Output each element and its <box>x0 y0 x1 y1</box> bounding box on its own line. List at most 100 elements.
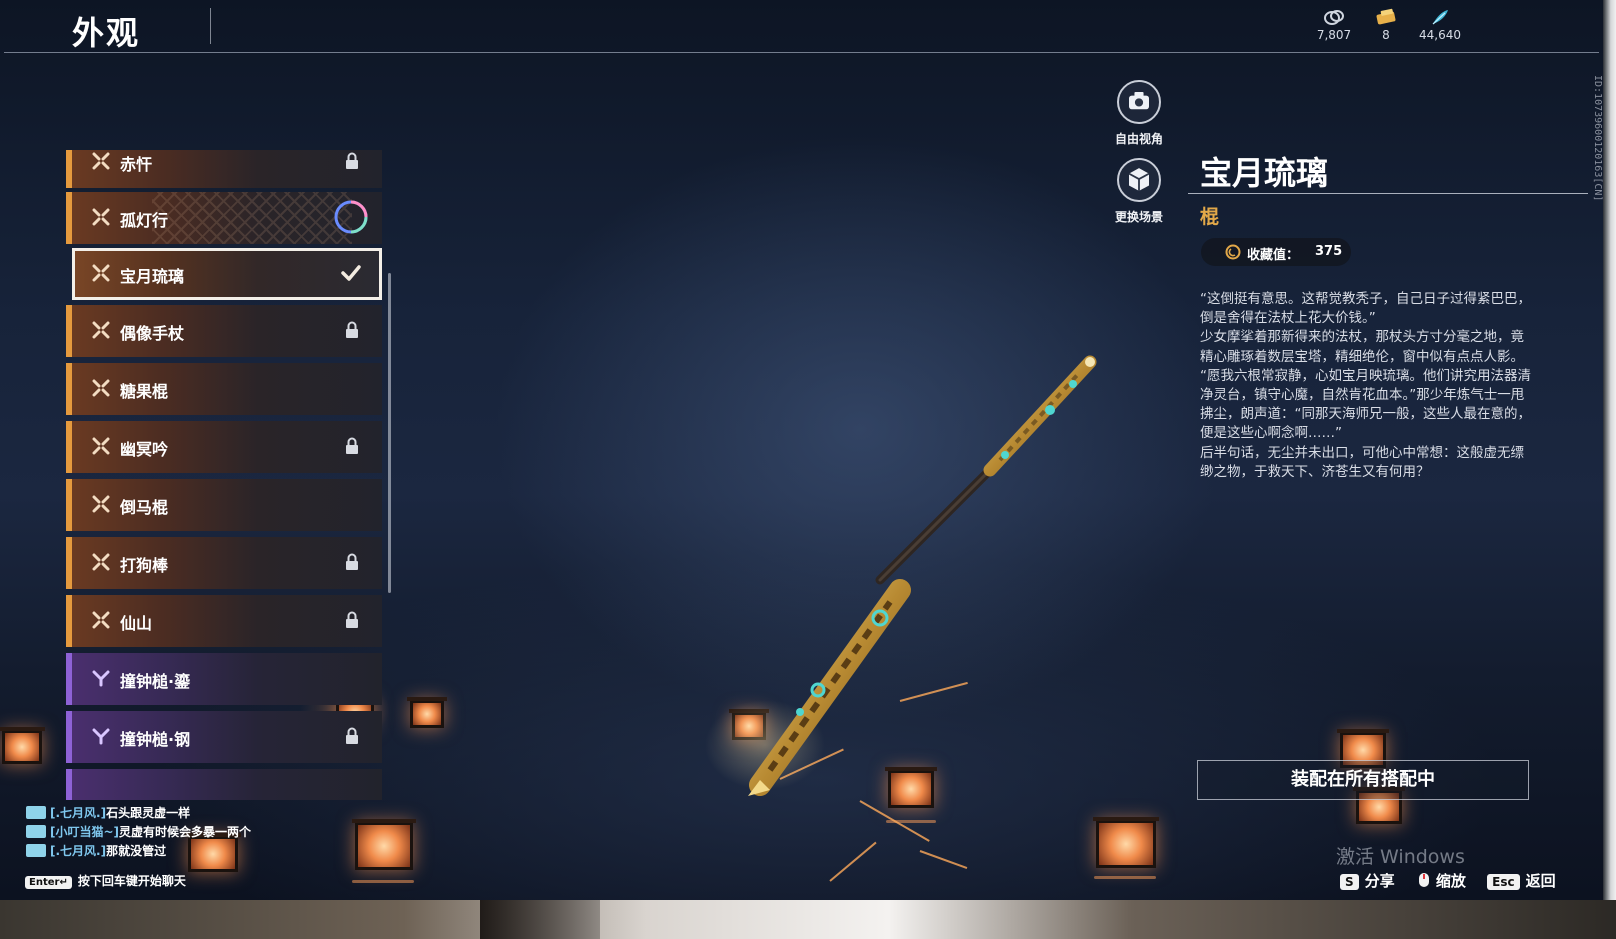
back-hint[interactable]: Esc 返回 <box>1487 870 1556 891</box>
currency-tickets[interactable]: 8 <box>1356 8 1416 42</box>
background-photo-strip <box>0 900 1616 939</box>
camera-icon <box>1117 80 1161 124</box>
list-item[interactable]: 赤忓 <box>66 150 382 188</box>
list-item-label: 孤灯行 <box>120 211 169 230</box>
item-pattern <box>152 192 352 244</box>
list-item[interactable]: 孤灯行 <box>66 192 382 244</box>
currency-coins[interactable]: 7,807 <box>1304 8 1364 42</box>
key-hints: S 分享 缩放 Esc 返回 <box>1340 870 1572 892</box>
check-icon <box>341 265 361 281</box>
coin-stack-icon <box>1324 10 1344 25</box>
item-category-icon <box>92 208 110 226</box>
lantern-reflection <box>352 880 414 883</box>
lantern <box>729 709 769 740</box>
back-label: 返回 <box>1525 872 1556 890</box>
free-view-button[interactable]: 自由视角 <box>1099 80 1179 147</box>
change-scene-button[interactable]: 更换场景 <box>1099 158 1179 225</box>
windows-activation-watermark: 激活 Windows <box>1336 846 1465 868</box>
list-item[interactable]: 倒马棍 <box>66 479 382 531</box>
enter-key: Enter↵ <box>25 876 72 889</box>
lock-icon <box>346 553 358 570</box>
spark <box>899 681 968 702</box>
lock-icon <box>346 152 358 169</box>
list-item-label: 赤忓 <box>120 155 153 174</box>
list-item[interactable]: 撞钟槌·钢 <box>66 711 382 763</box>
chat-sender[interactable]: [.七月风.] <box>50 844 106 858</box>
item-name-divider <box>1188 193 1588 194</box>
header-divider <box>4 52 1599 53</box>
chat-message: 石头跟灵虚一样 <box>106 806 191 820</box>
currency-feathers-value: 44,640 <box>1419 28 1461 42</box>
spark <box>829 841 877 882</box>
list-item[interactable]: 糖果棍 <box>66 363 382 415</box>
list-item-label: 撞钟槌·鎏 <box>120 672 191 691</box>
free-view-label: 自由视角 <box>1114 132 1163 146</box>
item-name: 宝月琉璃 <box>1200 154 1329 192</box>
chat-input-hint[interactable]: Enter↵ 按下回车键开始聊天 <box>25 872 186 889</box>
list-scrollbar[interactable] <box>388 273 391 593</box>
description-paragraph: 少女摩挲着那新得来的法杖，那杖头方寸分毫之地，竟精心雕琢着数层宝塔，精细绝伦，窗… <box>1200 329 1524 365</box>
hair-shadow <box>480 900 600 939</box>
list-item[interactable]: 仙山 <box>66 595 382 647</box>
chat-line: [小叮当猫~]灵虚有时候会多暴一两个 <box>26 823 326 842</box>
list-item[interactable]: 偶像手杖 <box>66 305 382 357</box>
item-description: “这倒挺有意思。这帮觉教秃子，自己日子过得紧巴巴，倒是舍得在法杖上花大价钱。” … <box>1200 290 1534 482</box>
rainbow-ring-icon <box>334 200 368 234</box>
list-item-label: 仙山 <box>120 614 153 633</box>
item-category-purple-icon <box>92 728 110 745</box>
item-type: 棍 <box>1200 206 1220 228</box>
lantern-reflection <box>1094 876 1156 879</box>
share-label: 分享 <box>1364 872 1395 890</box>
lantern <box>352 819 416 870</box>
item-category-icon <box>92 495 110 513</box>
currency-tickets-value: 8 <box>1382 28 1390 42</box>
collection-label: 收藏值： <box>1247 248 1300 263</box>
collection-value-badge: 收藏值： 375 <box>1201 238 1351 266</box>
item-category-icon <box>92 321 110 339</box>
list-item-label: 糖果棍 <box>120 382 169 401</box>
chat-enter-hint: 按下回车键开始聊天 <box>77 874 186 888</box>
equip-all-button[interactable]: 装配在所有搭配中 <box>1197 760 1529 800</box>
lock-icon <box>346 727 358 744</box>
ticket-icon <box>1376 8 1396 25</box>
list-item-label: 偶像手杖 <box>120 324 185 343</box>
list-item[interactable] <box>66 769 382 800</box>
list-item[interactable]: 撞钟槌·鎏 <box>66 653 382 705</box>
description-paragraph: “愿我六根常寂静，心如宝月映琉璃。他们讲究用法器清净灵台，镇守心魔，自然肯花血本… <box>1200 367 1531 442</box>
item-category-icon <box>92 437 110 455</box>
list-item[interactable]: 打狗棒 <box>66 537 382 589</box>
list-item-label: 撞钟槌·钢 <box>120 730 191 749</box>
spark <box>779 748 844 780</box>
lantern <box>407 697 447 728</box>
list-item-label: 倒马棍 <box>120 498 169 517</box>
lantern <box>1093 817 1159 868</box>
item-category-icon <box>92 152 110 170</box>
appearance-list: 赤忓 孤灯行 宝月琉璃 偶像手杖 糖果棍 幽冥吟 倒马棍 打狗棒 仙山 撞钟槌·… <box>66 150 384 800</box>
feather-icon <box>1432 10 1448 25</box>
scene-cube-icon <box>1117 158 1161 202</box>
change-scene-label: 更换场景 <box>1114 210 1163 224</box>
item-category-purple-icon <box>92 670 110 687</box>
item-category-icon <box>92 264 110 282</box>
top-bar: 外观 7,807 8 44,640 <box>0 0 1603 54</box>
chat-line: [.七月风.]那就没管过 <box>26 842 326 861</box>
chat-sender[interactable]: [.七月风.] <box>50 806 106 820</box>
title-divider <box>210 8 211 44</box>
description-paragraph: 后半句话，无尘并未出口，可他心中常想：这般虚无缥缈之物，于救天下、济苍生又有何用… <box>1200 444 1524 480</box>
chat-sender[interactable]: [小叮当猫~] <box>50 825 119 839</box>
description-paragraph: “这倒挺有意思。这帮觉教秃子，自己日子过得紧巴巴，倒是舍得在法杖上花大价钱。” <box>1200 291 1531 327</box>
lock-icon <box>346 321 358 338</box>
chat-channel-icon <box>26 806 46 819</box>
collection-coin-icon <box>1225 244 1241 260</box>
share-hint[interactable]: S 分享 <box>1340 870 1395 891</box>
list-item-label: 打狗棒 <box>120 556 169 575</box>
item-category-icon <box>92 611 110 629</box>
lantern <box>885 767 937 808</box>
list-item[interactable]: 幽冥吟 <box>66 421 382 473</box>
currency-feathers[interactable]: 44,640 <box>1410 8 1470 42</box>
chat-channel-icon <box>26 825 46 838</box>
zoom-hint[interactable]: 缩放 <box>1416 870 1466 891</box>
player-id-text: ID:10739600120163[CN] <box>1592 75 1603 202</box>
list-item-selected[interactable]: 宝月琉璃 <box>72 248 382 300</box>
item-category-icon <box>92 379 110 397</box>
